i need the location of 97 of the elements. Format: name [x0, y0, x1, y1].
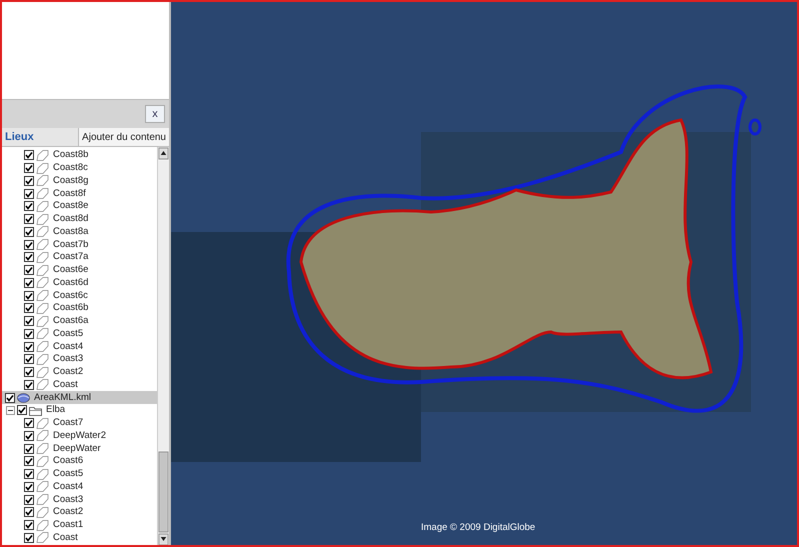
checkbox[interactable]	[24, 456, 34, 466]
folder-icon	[29, 404, 42, 416]
panel-tab[interactable]: Ajouter du contenu	[78, 128, 169, 146]
checkbox[interactable]	[24, 226, 34, 237]
polygon-icon	[36, 468, 49, 480]
tree-item[interactable]: Coast	[51, 378, 80, 392]
polygon-icon	[36, 264, 49, 276]
polygon-icon	[36, 481, 49, 492]
checkbox[interactable]	[24, 520, 34, 530]
checkbox[interactable]	[24, 469, 34, 480]
polygon-icon	[36, 341, 49, 352]
checkbox[interactable]	[24, 507, 34, 518]
tree-item[interactable]: Coast4	[51, 340, 86, 354]
checkbox[interactable]	[24, 482, 34, 492]
checkbox[interactable]	[24, 444, 34, 454]
tree-item[interactable]: Coast8g	[51, 174, 90, 188]
tree-item[interactable]: DeepWater2	[51, 428, 108, 443]
polygon-icon	[36, 456, 49, 467]
tree-item[interactable]: Coast1	[51, 518, 86, 532]
checkbox[interactable]	[24, 354, 34, 364]
checkbox[interactable]	[24, 418, 34, 428]
tree-item[interactable]: Coast8d	[51, 212, 90, 226]
checkbox[interactable]	[24, 342, 34, 352]
checkbox[interactable]	[24, 367, 34, 378]
polygon-icon	[36, 252, 49, 263]
checkbox[interactable]	[24, 265, 34, 276]
checkbox[interactable]	[24, 240, 34, 250]
polygon-icon	[36, 430, 49, 442]
polygon-icon	[36, 200, 49, 212]
checkbox[interactable]	[24, 150, 34, 160]
tree-item[interactable]: Coast8b	[51, 148, 90, 162]
tree-item[interactable]: Coast8e	[51, 199, 90, 214]
checkbox[interactable]	[17, 405, 27, 416]
polygon-icon	[36, 162, 49, 174]
checkbox[interactable]	[24, 252, 34, 262]
checkbox[interactable]	[24, 494, 34, 505]
tree-item[interactable]: Coast5	[51, 326, 86, 341]
tree-item[interactable]: Coast	[51, 530, 80, 545]
tree-item[interactable]: Coast6b	[51, 301, 90, 316]
polygon-icon	[36, 188, 49, 200]
close-button[interactable]: x	[145, 105, 165, 123]
checkbox[interactable]	[24, 290, 34, 301]
tree-item[interactable]: Coast4	[51, 480, 86, 494]
checkbox[interactable]	[5, 392, 15, 403]
expand-toggle-icon[interactable]	[6, 406, 15, 415]
tree-item[interactable]: Coast6c	[51, 288, 90, 303]
tree-item[interactable]: Coast6e	[51, 263, 90, 278]
polygon-icon	[36, 150, 49, 161]
globe-icon	[17, 392, 30, 404]
polygon-icon	[36, 520, 49, 531]
scrollbar[interactable]	[157, 147, 169, 545]
polygon-icon	[36, 443, 49, 454]
polygon-icon	[36, 239, 49, 250]
tree-item[interactable]: Elba	[44, 403, 68, 418]
tree-item[interactable]: Coast6d	[51, 276, 90, 290]
tree-item[interactable]: Coast2	[51, 505, 86, 520]
polygon-icon	[36, 366, 49, 378]
polygon-icon	[36, 418, 49, 429]
tree-item[interactable]: Coast7b	[51, 238, 90, 252]
checkbox[interactable]	[24, 163, 34, 174]
tree-item[interactable]: Coast7a	[51, 250, 90, 264]
tree-item[interactable]: DeepWater	[51, 442, 103, 456]
polygon-icon	[36, 328, 49, 340]
polygon-icon	[36, 302, 49, 314]
tree-item[interactable]: Coast8f	[51, 186, 88, 201]
panel-tab[interactable]: Lieux	[2, 128, 78, 146]
checkbox[interactable]	[24, 430, 34, 441]
tree-item[interactable]: Coast3	[51, 352, 86, 366]
polygon-icon	[36, 175, 49, 186]
tree-item[interactable]: Coast7	[51, 416, 86, 430]
imagery-attribution: Image © 2009 DigitalGlobe	[421, 520, 536, 535]
tree-item[interactable]: Coast6	[51, 454, 86, 468]
tree-item[interactable]: Coast2	[51, 365, 86, 380]
tree-item[interactable]: Coast6a	[51, 314, 90, 328]
tree-item[interactable]: Coast5	[51, 467, 86, 482]
checkbox[interactable]	[24, 278, 34, 288]
tree-item[interactable]: Coast8a	[51, 224, 90, 239]
checkbox[interactable]	[24, 532, 34, 543]
tree-item[interactable]: Coast3	[51, 492, 86, 507]
polygon-icon	[36, 214, 49, 225]
checkbox[interactable]	[24, 380, 34, 390]
checkbox[interactable]	[24, 188, 34, 199]
checkbox[interactable]	[24, 176, 34, 186]
polygon-icon	[36, 506, 49, 518]
polygon-icon	[36, 494, 49, 506]
checkbox[interactable]	[24, 303, 34, 314]
checkbox[interactable]	[24, 214, 34, 224]
tree-item[interactable]: Coast8c	[51, 161, 90, 176]
polygon-icon	[36, 316, 49, 327]
polygon-icon	[36, 277, 49, 288]
checkbox[interactable]	[24, 201, 34, 212]
polygon-icon	[36, 226, 49, 238]
checkbox[interactable]	[24, 316, 34, 326]
checkbox[interactable]	[24, 328, 34, 339]
polygon-icon	[36, 290, 49, 302]
satellite-map-drawing[interactable]	[171, 2, 797, 545]
polygon-icon	[36, 354, 49, 365]
